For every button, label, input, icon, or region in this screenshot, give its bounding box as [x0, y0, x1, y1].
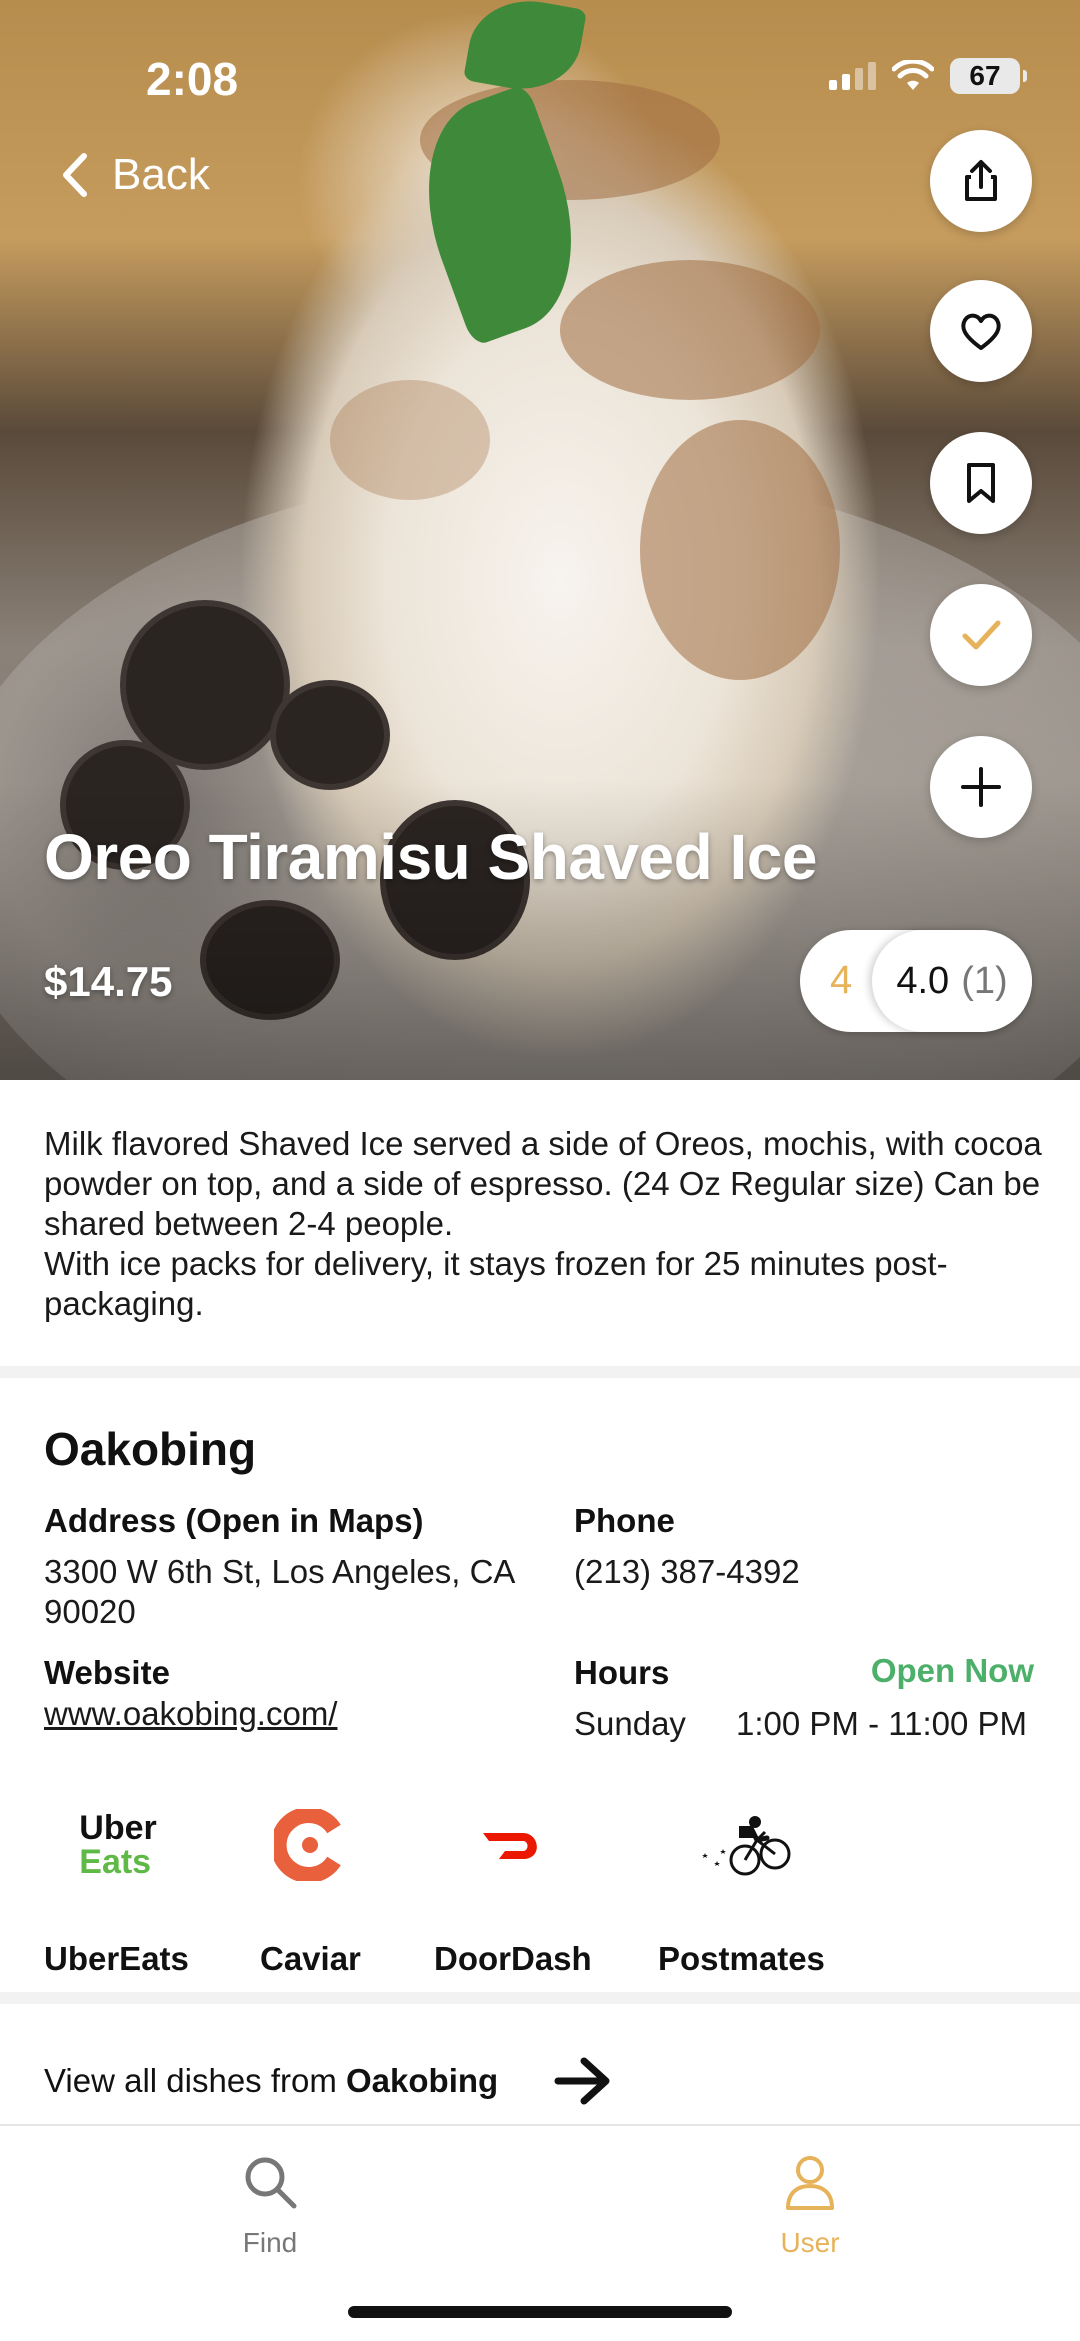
restaurant-name: Oakobing [44, 1423, 257, 1475]
plus-icon [961, 767, 1001, 807]
caviar-button[interactable]: Caviar [260, 1800, 361, 1977]
hours-day: Sunday [574, 1705, 686, 1742]
rating-count: (1) [961, 959, 1008, 1002]
signal-icon [829, 62, 876, 90]
tab-find[interactable]: Find [170, 2152, 370, 2259]
website-link[interactable]: www.oakobing.com/ [44, 1694, 337, 1734]
favorite-button[interactable] [930, 280, 1032, 382]
ubereats-logo: Uber Eats [79, 1809, 157, 1881]
dish-description: Milk flavored Shaved Ice served a side o… [44, 1125, 1042, 1322]
average-rating-value: 4.0 [896, 959, 950, 1002]
chevron-left-icon [63, 153, 87, 197]
doordash-label: DoorDash [434, 1940, 592, 1977]
average-rating[interactable]: 4.0 (1) [872, 930, 1032, 1032]
heart-icon [961, 313, 1001, 350]
postmates-button[interactable]: Postmates [658, 1800, 828, 1977]
doordash-logo [434, 1800, 592, 1890]
postmates-label: Postmates [658, 1940, 825, 1977]
open-status: Open Now [870, 1652, 1034, 1689]
arrow-right-icon [554, 2057, 610, 2105]
user-icon [786, 2156, 834, 2210]
address-label[interactable]: Address (Open in Maps) [44, 1502, 424, 1540]
phone-label: Phone [574, 1502, 675, 1539]
bookmark-icon [967, 463, 995, 503]
status-time: 2:08 [146, 53, 239, 105]
wifi-icon [892, 60, 934, 90]
back-button[interactable]: Back [60, 150, 210, 200]
website-label: Website [44, 1654, 170, 1691]
tab-user-label: User [780, 2227, 840, 2258]
tab-find-label: Find [242, 2227, 298, 2258]
caviar-label: Caviar [260, 1940, 361, 1977]
postmates-logo [658, 1800, 828, 1890]
tab-user[interactable]: User [710, 2152, 910, 2259]
my-rating: 4 [830, 958, 853, 1002]
ubereats-button[interactable]: Uber Eats UberEats [44, 1800, 192, 1977]
share-icon [965, 160, 997, 201]
rating-pill[interactable]: 4 4.0 (1) [800, 930, 1032, 1032]
divider [0, 1992, 1080, 2004]
view-all-dishes-link[interactable]: View all dishes from Oakobing [44, 2056, 612, 2106]
home-indicator[interactable] [348, 2306, 732, 2318]
caviar-logo [260, 1800, 360, 1890]
tried-button[interactable] [930, 584, 1032, 686]
battery-icon: 67 [950, 58, 1027, 94]
ubereats-label: UberEats [44, 1940, 189, 1977]
dish-price: $14.75 [44, 958, 173, 1005]
delivery-services: Uber Eats UberEats Caviar DoorDash Postm… [0, 1800, 1080, 1977]
hours-label: Hours [574, 1654, 670, 1691]
search-icon [245, 2157, 297, 2209]
divider [0, 1366, 1080, 1378]
dish-title: Oreo Tiramisu Shaved Ice [44, 821, 817, 893]
doordash-button[interactable]: DoorDash [434, 1800, 592, 1977]
view-all-label: View all dishes from Oakobing [44, 2062, 499, 2099]
phone-value[interactable]: (213) 387-4392 [574, 1552, 800, 1592]
address-value[interactable]: 3300 W 6th St, Los Angeles, CA 90020 [44, 1552, 524, 1632]
share-button[interactable] [930, 130, 1032, 232]
add-button[interactable] [930, 736, 1032, 838]
bookmark-button[interactable] [930, 432, 1032, 534]
status-icons: 67 [829, 58, 1027, 94]
check-icon [962, 620, 1001, 650]
hours-time: 1:00 PM - 11:00 PM [736, 1705, 1028, 1742]
back-label: Back [112, 150, 210, 199]
